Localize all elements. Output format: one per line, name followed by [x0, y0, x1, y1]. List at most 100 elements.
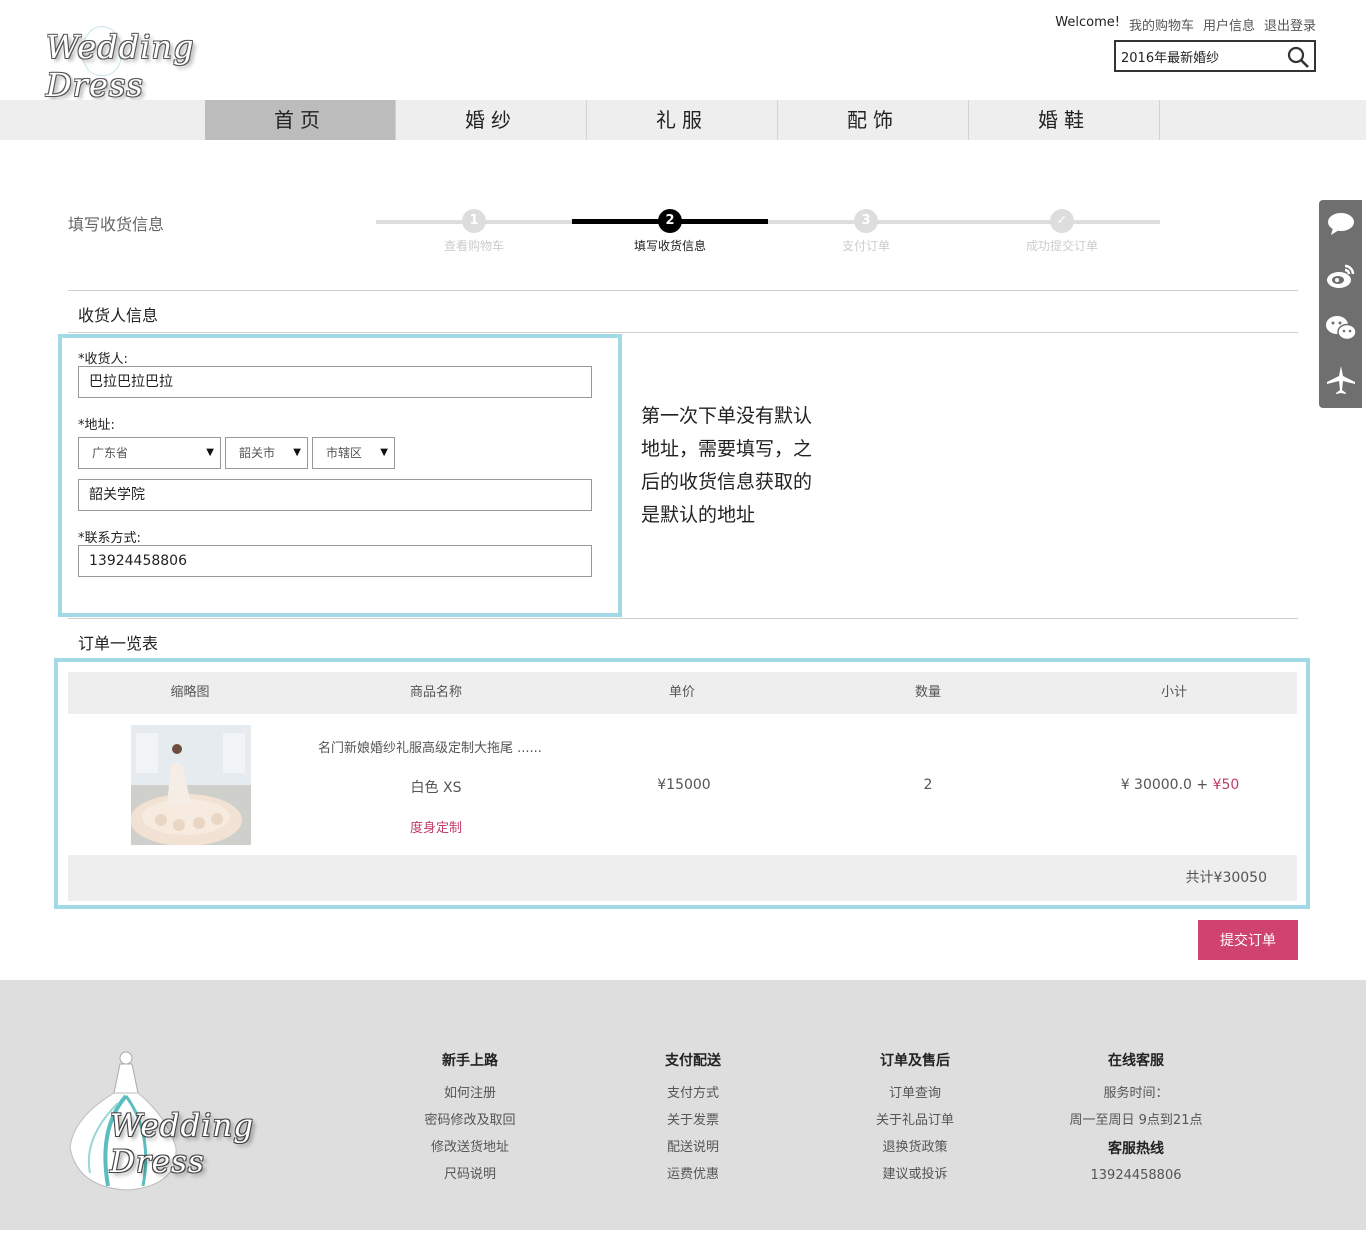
step-number: 2 — [658, 209, 682, 233]
footer-logo: Wedding Dress — [68, 1048, 358, 1193]
main-nav: 首页 婚纱 礼服 配饰 婚鞋 — [0, 100, 1366, 140]
column-header-subtotal: 小计 — [1160, 685, 1187, 700]
airplane-icon[interactable] — [1325, 364, 1357, 396]
order-table-footer: 共计¥30050 — [68, 855, 1297, 901]
step-label: 查看购物车 — [443, 239, 504, 253]
search-input[interactable] — [1116, 42, 1281, 70]
nav-item-shoes[interactable]: 婚鞋 — [969, 100, 1160, 140]
receiver-name-label: *收货人: — [78, 352, 128, 367]
weibo-icon[interactable] — [1325, 260, 1357, 292]
footer-link[interactable]: 退换货政策 — [845, 1134, 985, 1161]
footer-column-title: 新手上路 — [442, 1053, 498, 1069]
product-spec: 白色 XS — [410, 780, 462, 796]
service-hours-label: 服务时间： — [1103, 1086, 1169, 1101]
step-number: 1 — [462, 209, 486, 233]
contact-input[interactable]: 13924458806 — [78, 545, 592, 577]
footer-column-service: 在线客服 服务时间： 周一至周日 9点到21点 客服热线 13924458806 — [1056, 1050, 1216, 1189]
nav-item-home[interactable]: 首页 — [205, 100, 396, 140]
column-header-thumbnail: 缩略图 — [170, 685, 210, 700]
footer-column-payment: 支付配送 支付方式 关于发票 配送说明 运费优惠 — [623, 1050, 763, 1188]
site-logo[interactable]: Wedding Dress — [40, 22, 290, 104]
footer-column-after-sales: 订单及售后 订单查询 关于礼品订单 退换货政策 建议或投诉 — [845, 1050, 985, 1188]
step-fill-address: 2 填写收货信息 — [572, 207, 768, 254]
step-view-cart: 1 查看购物车 — [376, 207, 572, 254]
address-label: *地址: — [78, 418, 115, 433]
order-total: 共计¥30050 — [1185, 870, 1267, 886]
hotline-title: 客服热线 — [1108, 1141, 1164, 1157]
order-table-header: 缩略图 商品名称 单价 数量 小计 — [68, 672, 1297, 714]
footer-column-title: 订单及售后 — [880, 1053, 950, 1069]
province-value: 广东省 — [92, 446, 129, 460]
logout-link[interactable]: 退出登录 — [1264, 15, 1316, 34]
annotation-note: 第一次下单没有默认地址，需要填写，之后的收货信息获取的是默认的地址 — [641, 405, 813, 526]
district-select[interactable]: 市辖区 ▼ — [312, 437, 395, 469]
divider — [68, 618, 1298, 619]
province-select[interactable]: 广东省 ▼ — [78, 437, 221, 469]
step-pay: 3 支付订单 — [768, 207, 964, 254]
footer-column-title: 支付配送 — [665, 1053, 721, 1069]
footer-column-title: 在线客服 — [1108, 1053, 1164, 1069]
footer-link[interactable]: 支付方式 — [623, 1080, 763, 1107]
divider — [68, 332, 1298, 333]
footer-link[interactable]: 运费优惠 — [623, 1161, 763, 1188]
receiver-name-input[interactable]: 巴拉巴拉巴拉 — [78, 366, 592, 398]
receiver-section-title: 收货人信息 — [78, 306, 159, 325]
footer-link[interactable]: 尺码说明 — [400, 1161, 540, 1188]
product-name[interactable]: 名门新娘婚纱礼服高级定制大拖尾 ...... — [318, 737, 558, 756]
column-header-qty: 数量 — [914, 685, 941, 700]
footer-link[interactable]: 关于礼品订单 — [845, 1107, 985, 1134]
welcome-text: Welcome! — [1055, 15, 1120, 30]
submit-order-button[interactable]: 提交订单 — [1198, 920, 1298, 960]
cart-link[interactable]: 我的购物车 — [1129, 15, 1194, 34]
footer-logo-text: Wedding Dress — [110, 1108, 255, 1180]
footer-link[interactable]: 关于发票 — [623, 1107, 763, 1134]
step-check-icon: ✓ — [1050, 209, 1074, 233]
city-value: 韶关市 — [239, 446, 276, 460]
quantity: 2 — [923, 777, 933, 793]
unit-price: ¥15000 — [657, 777, 711, 793]
column-header-product: 商品名称 — [409, 685, 462, 700]
wechat-icon[interactable] — [1325, 312, 1357, 344]
chat-icon[interactable] — [1325, 208, 1357, 240]
search-icon[interactable] — [1286, 45, 1310, 69]
city-select[interactable]: 韶关市 ▼ — [225, 437, 308, 469]
step-label: 成功提交订单 — [1025, 239, 1098, 253]
dropdown-arrow-icon: ▼ — [380, 447, 388, 458]
district-value: 市辖区 — [326, 446, 363, 460]
floating-share-bar — [1319, 200, 1362, 408]
nav-item-wedding-dress[interactable]: 婚纱 — [396, 100, 587, 140]
subtotal-amount: ¥ 30000.0 + — [1120, 777, 1209, 793]
logo-text: Wedding Dress — [46, 28, 195, 104]
contact-label: *联系方式: — [78, 531, 141, 546]
user-info-link[interactable]: 用户信息 — [1203, 15, 1255, 34]
dropdown-arrow-icon: ▼ — [206, 447, 214, 458]
order-section-title: 订单一览表 — [78, 634, 159, 653]
divider — [68, 290, 1298, 291]
checkout-steps: 1 查看购物车 2 填写收货信息 3 支付订单 ✓ 成功提交订单 — [376, 207, 1160, 257]
footer-link[interactable]: 如何注册 — [400, 1080, 540, 1107]
footer-link[interactable]: 修改送货地址 — [400, 1134, 540, 1161]
footer-link[interactable]: 订单查询 — [845, 1080, 985, 1107]
nav-item-gown[interactable]: 礼服 — [587, 100, 778, 140]
step-label: 支付订单 — [841, 239, 890, 253]
custom-fee: ¥50 — [1212, 777, 1240, 793]
search-box — [1114, 40, 1316, 72]
bride-photo-image — [131, 725, 251, 845]
address-detail-input[interactable]: 韶关学院 — [78, 479, 592, 511]
step-done: ✓ 成功提交订单 — [964, 207, 1160, 254]
nav-item-accessories[interactable]: 配饰 — [778, 100, 969, 140]
footer-link[interactable]: 密码修改及取回 — [400, 1107, 540, 1134]
product-thumbnail[interactable] — [131, 725, 251, 845]
footer-link[interactable]: 配送说明 — [623, 1134, 763, 1161]
dropdown-arrow-icon: ▼ — [293, 447, 301, 458]
custom-size-link[interactable]: 度身定制 — [386, 817, 486, 836]
footer-link[interactable]: 建议或投诉 — [845, 1161, 985, 1188]
column-header-price: 单价 — [668, 685, 695, 700]
footer-column-new-user: 新手上路 如何注册 密码修改及取回 修改送货地址 尺码说明 — [400, 1050, 540, 1188]
subtotal: ¥ 30000.0 + ¥50 — [1110, 777, 1250, 793]
step-label: 填写收货信息 — [633, 239, 706, 253]
step-number: 3 — [854, 209, 878, 233]
hotline-number: 13924458806 — [1090, 1168, 1182, 1183]
service-hours: 周一至周日 9点到21点 — [1069, 1113, 1203, 1128]
top-links: Welcome! 我的购物车 用户信息 退出登录 — [1055, 15, 1316, 34]
